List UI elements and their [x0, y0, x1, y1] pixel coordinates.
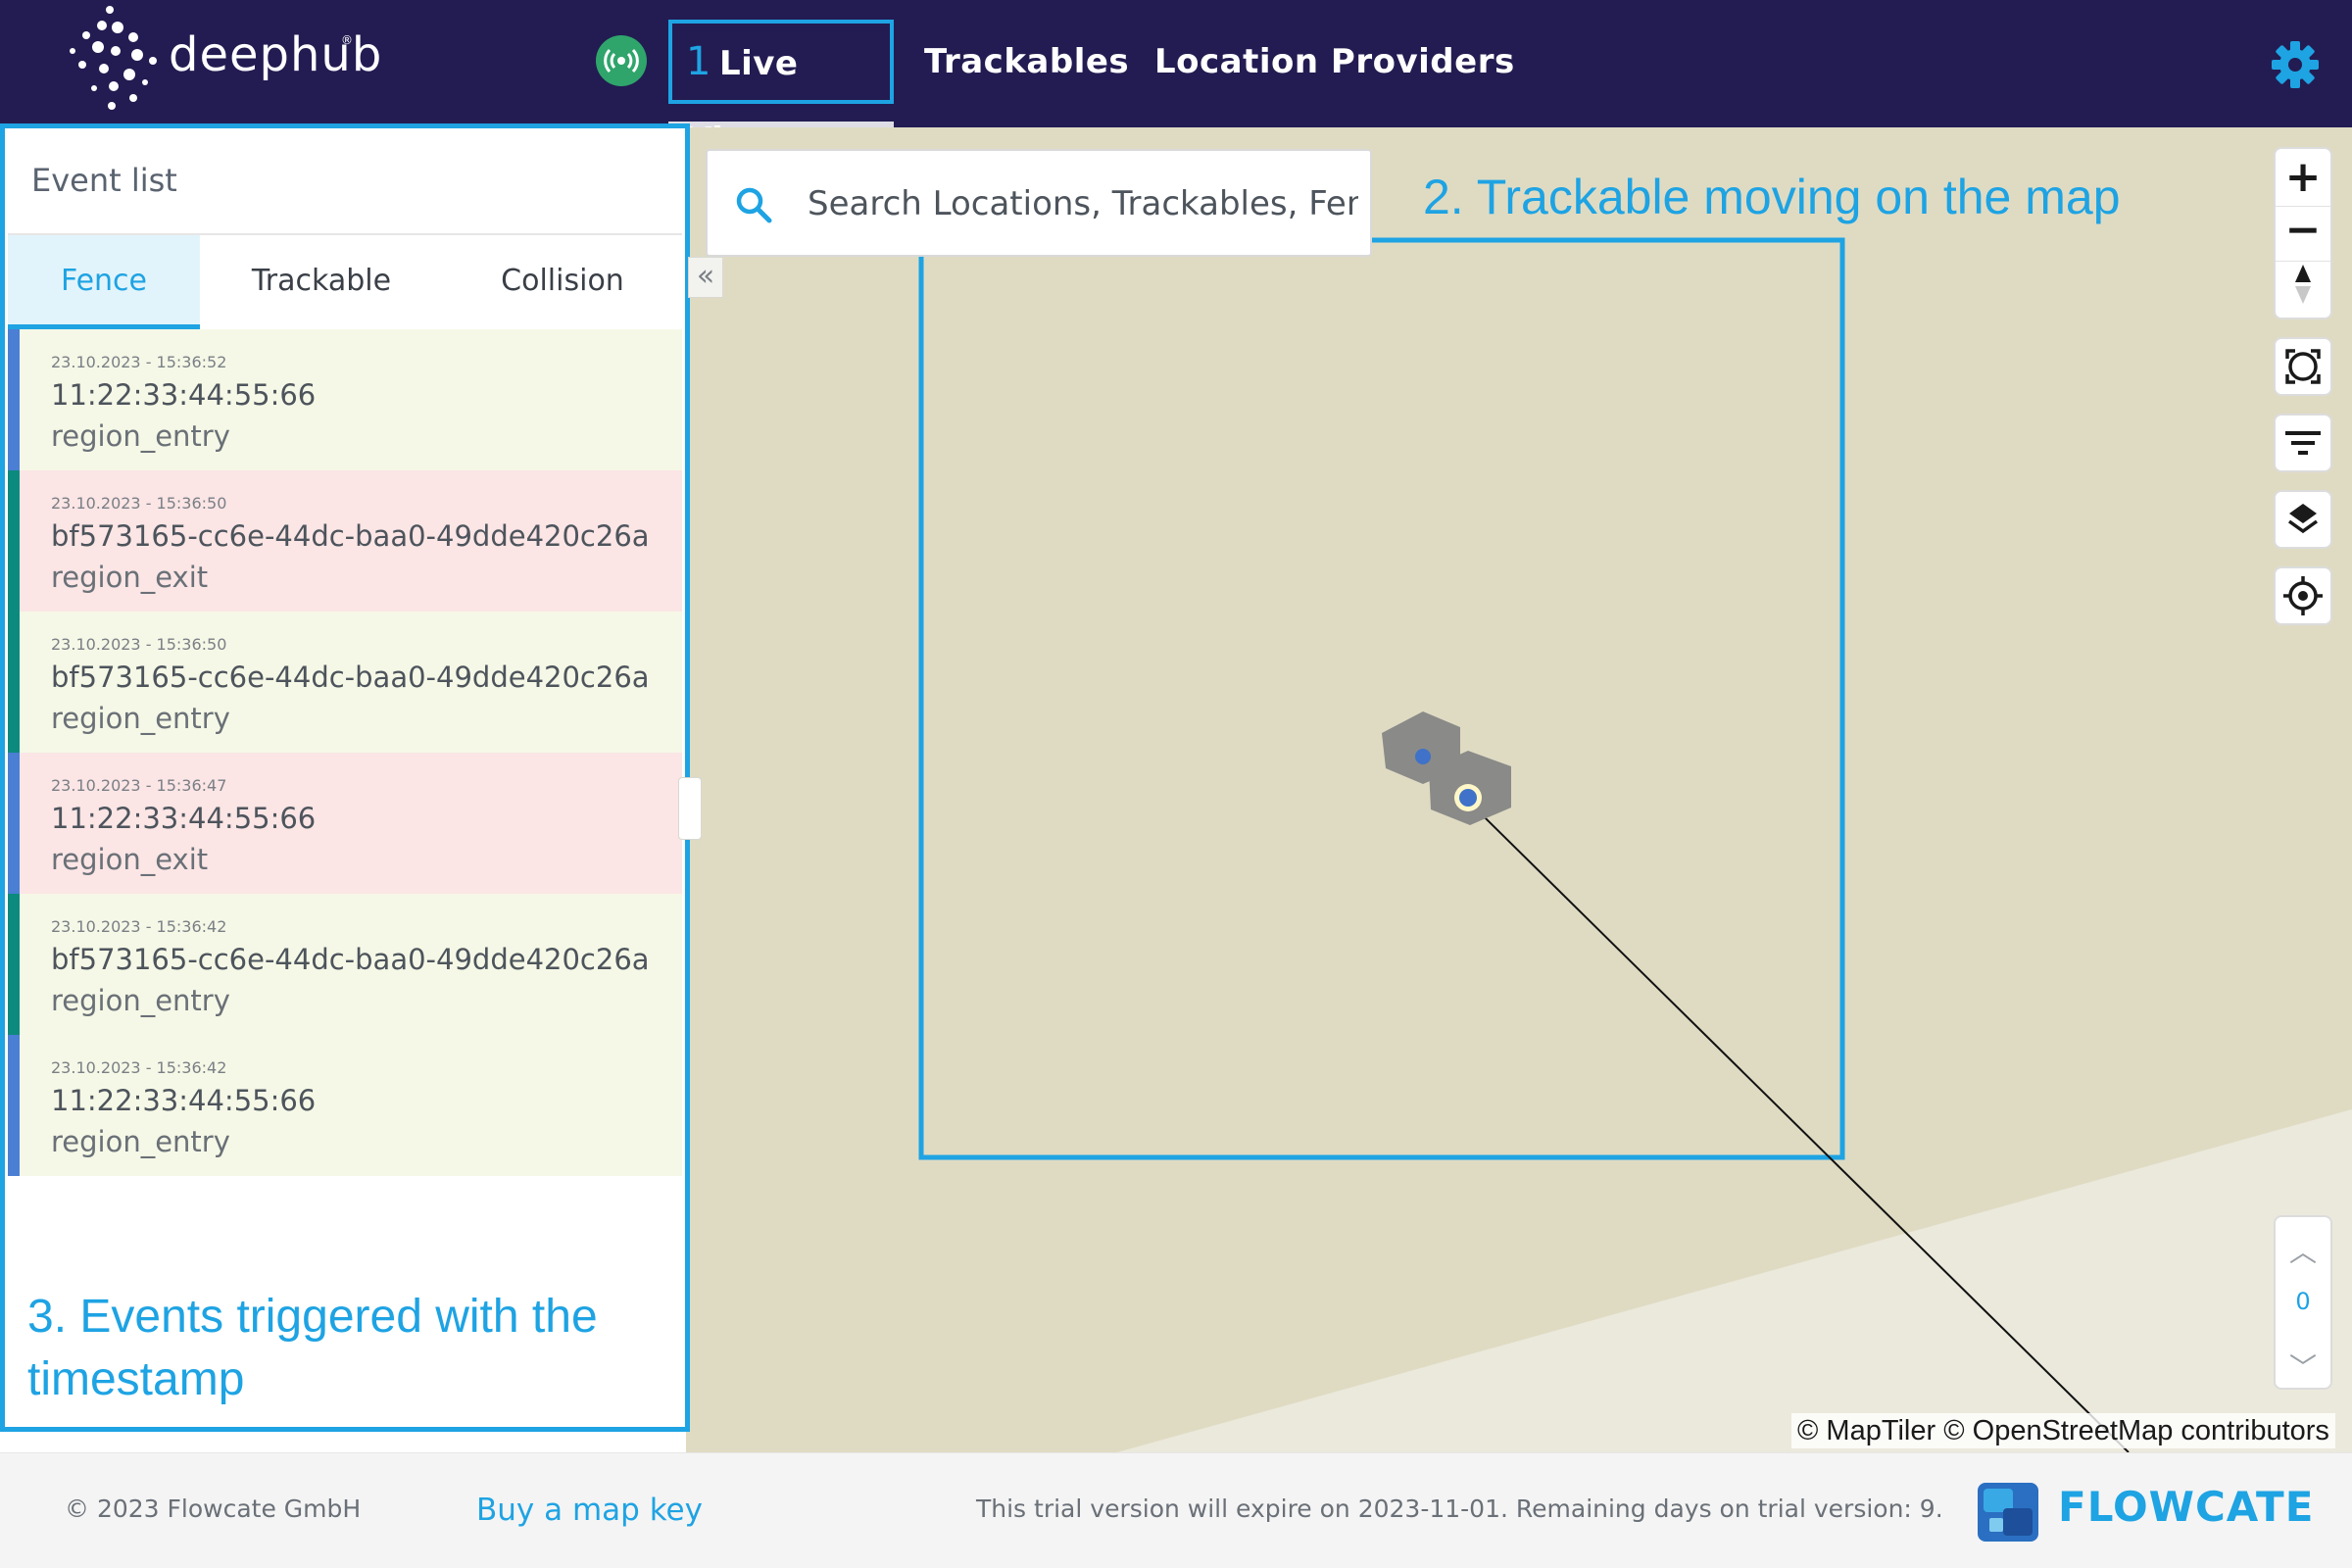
tab-collision[interactable]: Collision [443, 235, 682, 329]
zoom-out-button[interactable]: − [2276, 208, 2330, 259]
broadcast-icon [604, 48, 639, 74]
event-color-bar [8, 894, 20, 1035]
compass-icon [2295, 265, 2311, 304]
map-attribution[interactable]: © MapTiler © OpenStreetMap contributors [1791, 1413, 2335, 1448]
event-color-bar [8, 612, 20, 753]
filter-icon [2285, 431, 2321, 455]
event-timestamp: 23.10.2023 - 15:36:52 [51, 353, 227, 371]
locate-button[interactable] [2274, 566, 2332, 625]
deephub-logo[interactable]: deephub ® [59, 4, 381, 122]
event-type: region_entry [51, 984, 230, 1017]
nav-live-view[interactable]: 1Live View [668, 20, 894, 160]
compass-button[interactable] [2276, 261, 2330, 316]
panel-resize-handle[interactable] [678, 777, 702, 840]
event-list-item[interactable]: 23.10.2023 - 15:36:42 bf573165-cc6e-44dc-… [8, 894, 682, 1035]
top-bar: deephub ® 1Live View Trackables Location… [0, 0, 2352, 160]
event-color-bar [8, 1035, 20, 1176]
live-connection-icon[interactable] [596, 35, 647, 86]
annotation-events-triggered: 3. Events triggered with the timestamp [27, 1291, 598, 1405]
buy-map-key-link[interactable]: Buy a map key [476, 1493, 703, 1528]
event-color-bar [8, 753, 20, 894]
zoom-in-button[interactable]: + [2276, 153, 2330, 204]
annotation-number-1: 1 [686, 39, 711, 84]
event-trackable-id: 11:22:33:44:55:66 [51, 802, 317, 835]
layers-icon [2287, 504, 2319, 534]
zoom-control-group: + − [2274, 147, 2332, 319]
event-list-item[interactable]: 23.10.2023 - 15:36:42 11:22:33:44:55:66 re… [8, 1035, 682, 1176]
copyright-text: © 2023 Flowcate GmbH [65, 1494, 362, 1523]
registered-mark: ® [341, 33, 353, 47]
pager-count: 0 [2295, 1288, 2311, 1315]
trial-expiry-notice: This trial version will expire on 2023-1… [976, 1494, 1943, 1523]
fit-bounds-icon [2285, 349, 2321, 384]
fit-bounds-button[interactable] [2274, 337, 2332, 396]
event-type: region_exit [51, 561, 209, 594]
event-list: 23.10.2023 - 15:36:52 11:22:33:44:55:66 re… [8, 329, 682, 1176]
event-list-panel: Event list Fence Trackable Collision 23.… [0, 127, 686, 1452]
event-timestamp: 23.10.2023 - 15:36:42 [51, 1058, 227, 1077]
event-timestamp: 23.10.2023 - 15:36:50 [51, 494, 227, 513]
settings-gear-icon[interactable] [2270, 39, 2321, 90]
flowcate-brand-text: FLOWCATE [2058, 1483, 2315, 1531]
event-trackable-id: 11:22:33:44:55:66 [51, 1084, 317, 1117]
event-list-item[interactable]: 23.10.2023 - 15:36:47 11:22:33:44:55:66 re… [8, 753, 682, 894]
event-type: region_entry [51, 1125, 230, 1158]
event-tabs: Fence Trackable Collision [8, 235, 682, 329]
event-timestamp: 23.10.2023 - 15:36:50 [51, 635, 227, 654]
flowcate-logo-icon[interactable] [1976, 1479, 2040, 1544]
floor-pager: ︿ 0 ﹀ [2274, 1215, 2332, 1390]
nav-location-providers[interactable]: Location Providers [1154, 20, 1515, 104]
deephub-logo-icon [70, 6, 157, 110]
event-color-bar [8, 470, 20, 612]
filter-button[interactable] [2274, 414, 2332, 472]
footer: © 2023 Flowcate GmbH Buy a map key This … [0, 1452, 2352, 1568]
event-list-title: Event list [31, 162, 177, 199]
trackable-marker-previous[interactable] [1415, 749, 1431, 764]
event-trackable-id: bf573165-cc6e-44dc-baa0-49dde420c26a [51, 661, 650, 694]
map-search-input[interactable] [808, 171, 1358, 237]
event-list-item[interactable]: 23.10.2023 - 15:36:50 bf573165-cc6e-44dc-… [8, 612, 682, 753]
map-search-box[interactable] [706, 149, 1372, 257]
event-type: region_exit [51, 843, 209, 876]
collapse-panel-button[interactable]: « [688, 257, 723, 298]
crosshair-locate-icon [2283, 576, 2323, 615]
trackable-marker-current[interactable] [1459, 789, 1477, 807]
search-icon [736, 187, 772, 223]
event-list-item[interactable]: 23.10.2023 - 15:36:52 11:22:33:44:55:66 re… [8, 329, 682, 470]
annotation-trackable-moving: 2. Trackable moving on the map [1423, 170, 2121, 224]
map-canvas[interactable] [686, 127, 2352, 1452]
nav-trackables[interactable]: Trackables [924, 20, 1129, 104]
event-type: region_entry [51, 419, 230, 453]
event-type: region_entry [51, 702, 230, 735]
event-trackable-id: bf573165-cc6e-44dc-baa0-49dde420c26a [51, 519, 650, 553]
pager-down-chevron-icon[interactable]: ﹀ [2276, 1347, 2330, 1386]
pager-up-chevron-icon[interactable]: ︿ [2276, 1231, 2330, 1270]
event-trackable-id: bf573165-cc6e-44dc-baa0-49dde420c26a [51, 943, 650, 976]
event-list-item[interactable]: 23.10.2023 - 15:36:50 bf573165-cc6e-44dc-… [8, 470, 682, 612]
tab-trackable[interactable]: Trackable [200, 235, 443, 329]
event-color-bar [8, 329, 20, 470]
layers-button[interactable] [2274, 490, 2332, 549]
event-timestamp: 23.10.2023 - 15:36:42 [51, 917, 227, 936]
event-trackable-id: 11:22:33:44:55:66 [51, 378, 317, 412]
event-timestamp: 23.10.2023 - 15:36:47 [51, 776, 227, 795]
tab-fence[interactable]: Fence [8, 235, 200, 329]
